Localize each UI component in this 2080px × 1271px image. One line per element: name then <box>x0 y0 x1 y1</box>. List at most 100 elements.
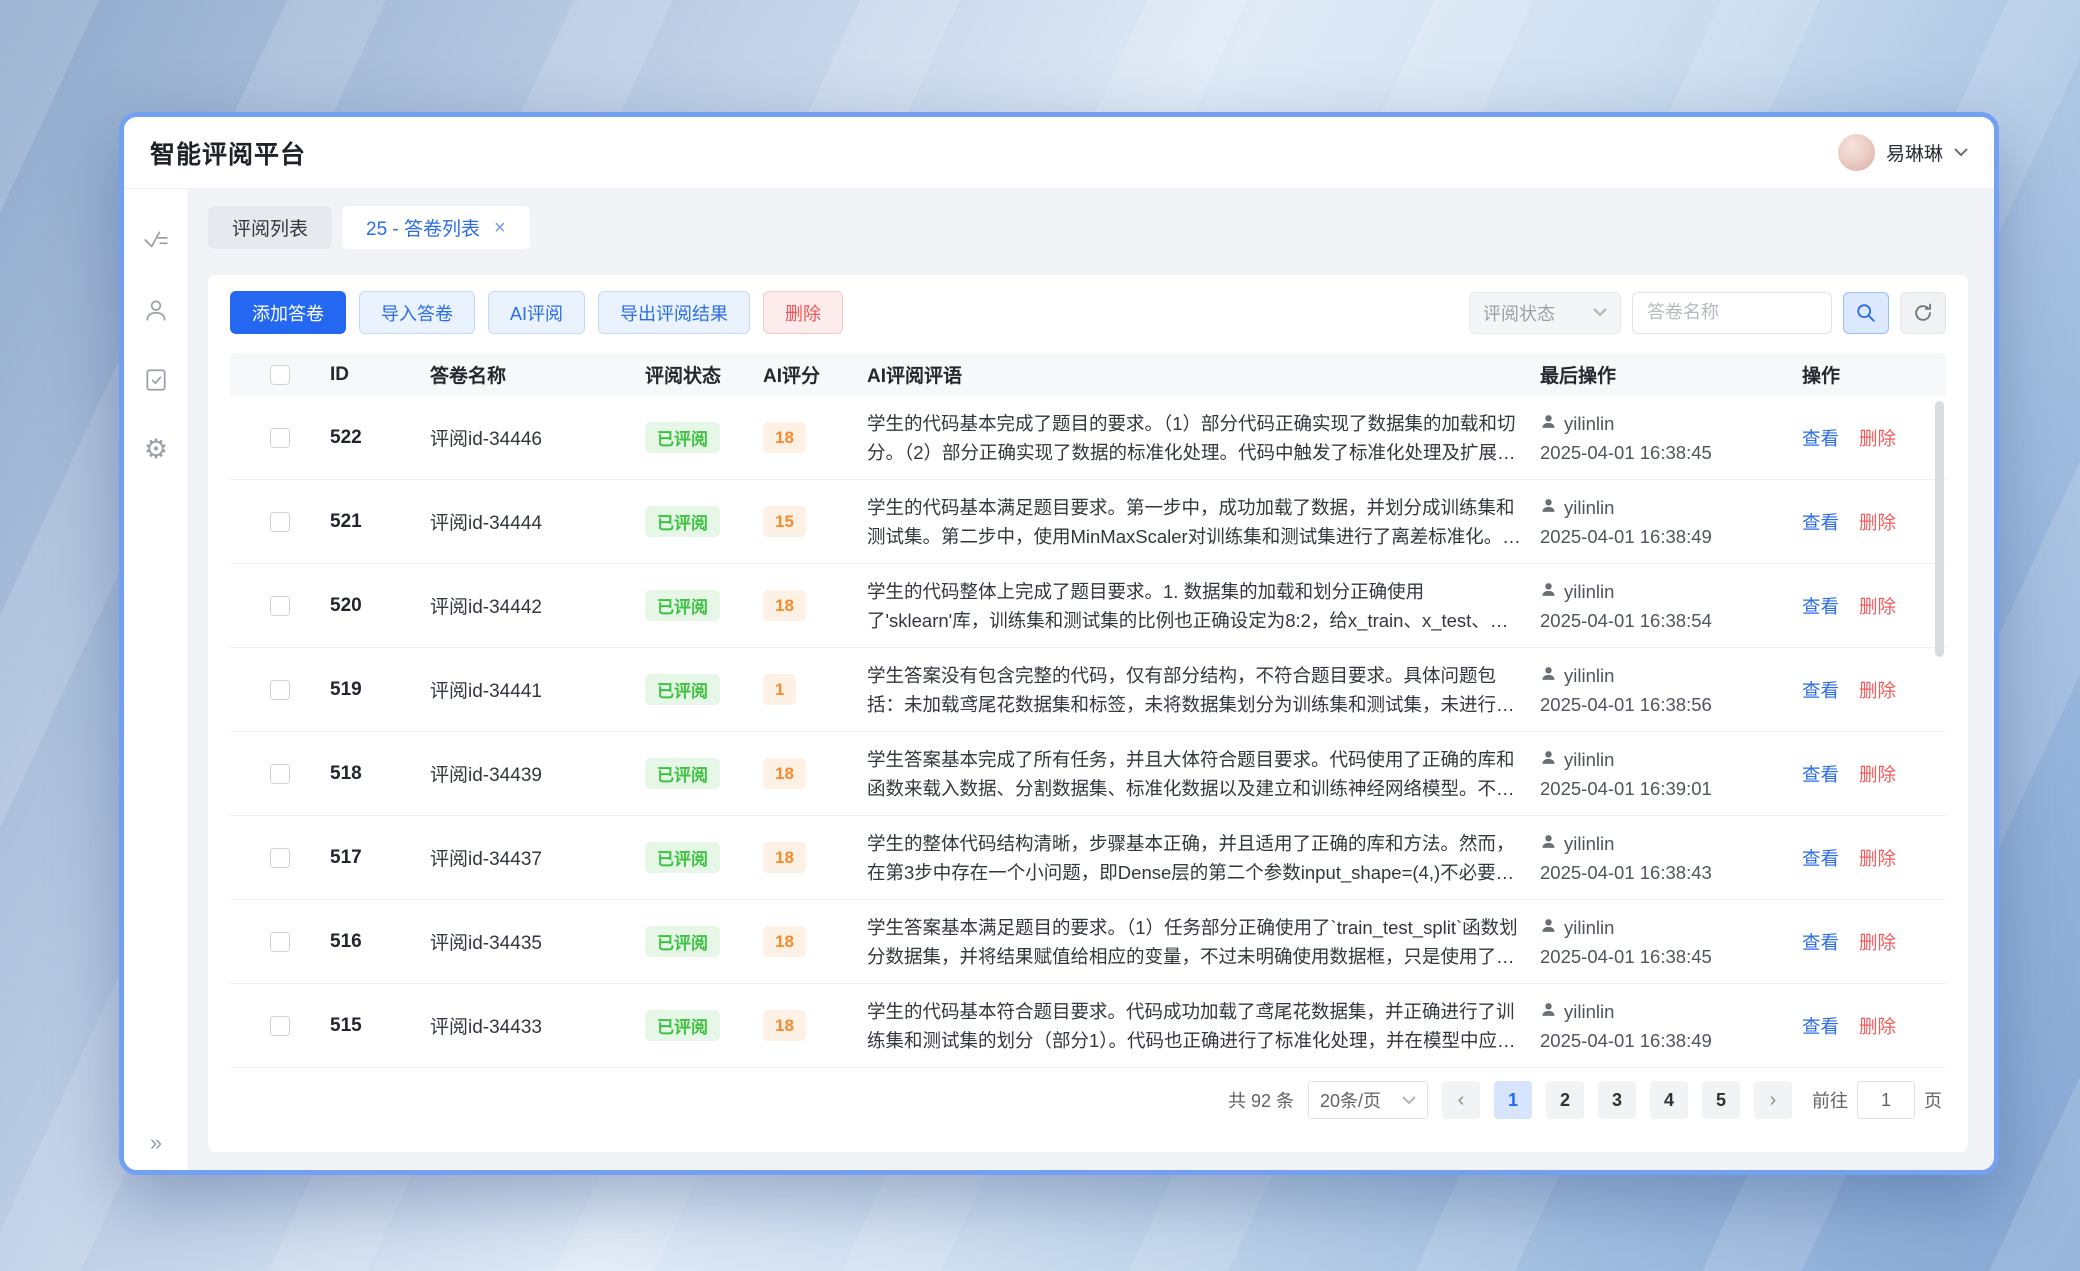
row-operator: yilinlin <box>1564 493 1614 522</box>
settings-icon[interactable]: ⚙ <box>143 437 169 463</box>
score-badge: 18 <box>763 842 806 873</box>
page-size-select[interactable]: 20条/页 <box>1308 1081 1428 1119</box>
col-last-op: 最后操作 <box>1540 361 1802 388</box>
search-button[interactable] <box>1843 292 1889 334</box>
prev-page-button[interactable]: ‹ <box>1442 1081 1480 1119</box>
row-comment: 学生的代码整体上完成了题目要求。1. 数据集的加载和划分正确使用了'sklear… <box>867 577 1540 635</box>
delete-link[interactable]: 删除 <box>1859 845 1896 871</box>
delete-button[interactable]: 删除 <box>763 291 843 334</box>
row-comment: 学生的代码基本满足题目要求。第一步中，成功加载了数据，并划分成训练集和测试集。第… <box>867 493 1540 551</box>
table-row: 522 评阅id-34446 已评阅 18 学生的代码基本完成了题目的要求。（1… <box>230 396 1946 480</box>
row-checkbox[interactable] <box>270 764 290 784</box>
page-button-5[interactable]: 5 <box>1702 1081 1740 1119</box>
row-checkbox[interactable] <box>270 848 290 868</box>
delete-link[interactable]: 删除 <box>1859 509 1896 535</box>
add-answer-button[interactable]: 添加答卷 <box>230 291 346 334</box>
page-button-3[interactable]: 3 <box>1598 1081 1636 1119</box>
person-icon <box>1540 913 1557 942</box>
filter-group: 评阅状态 <box>1469 292 1946 334</box>
import-answer-button[interactable]: 导入答卷 <box>359 291 475 334</box>
search-input[interactable] <box>1632 292 1832 334</box>
refresh-button[interactable] <box>1900 292 1946 334</box>
row-last-op: yilinlin 2025-04-01 16:38:45 <box>1540 913 1802 971</box>
person-icon <box>1540 829 1557 858</box>
table-row: 521 评阅id-34444 已评阅 15 学生的代码基本满足题目要求。第一步中… <box>230 480 1946 564</box>
row-checkbox[interactable] <box>270 1016 290 1036</box>
row-checkbox[interactable] <box>270 512 290 532</box>
row-operator: yilinlin <box>1564 745 1614 774</box>
total-count: 共 92 条 <box>1228 1087 1294 1113</box>
view-link[interactable]: 查看 <box>1802 761 1839 787</box>
person-icon <box>1540 409 1557 438</box>
goto-page-input[interactable] <box>1857 1081 1915 1119</box>
view-link[interactable]: 查看 <box>1802 593 1839 619</box>
row-checkbox[interactable] <box>270 932 290 952</box>
delete-link[interactable]: 删除 <box>1859 593 1896 619</box>
status-badge: 已评阅 <box>645 590 720 621</box>
page-button-2[interactable]: 2 <box>1546 1081 1584 1119</box>
view-link[interactable]: 查看 <box>1802 509 1839 535</box>
content-card: 添加答卷 导入答卷 AI评阅 导出评阅结果 删除 评阅状态 <box>208 275 1968 1152</box>
row-id: 515 <box>330 1015 430 1037</box>
table-row: 519 评阅id-34441 已评阅 1 学生答案没有包含完整的代码，仅有部分结… <box>230 648 1946 732</box>
tab-bar: 评阅列表 25 - 答卷列表 × <box>208 206 1968 249</box>
page-button-1[interactable]: 1 <box>1494 1081 1532 1119</box>
row-checkbox[interactable] <box>270 596 290 616</box>
document-check-icon[interactable] <box>143 367 169 393</box>
row-last-op: yilinlin 2025-04-01 16:38:56 <box>1540 661 1802 719</box>
col-status: 评阅状态 <box>645 361 763 388</box>
avatar[interactable] <box>1838 134 1875 171</box>
score-badge: 15 <box>763 506 806 537</box>
table-row: 517 评阅id-34437 已评阅 18 学生的整体代码结构清晰，步骤基本正确… <box>230 816 1946 900</box>
view-link[interactable]: 查看 <box>1802 425 1839 451</box>
row-name: 评阅id-34435 <box>430 928 645 955</box>
row-time: 2025-04-01 16:38:54 <box>1540 606 1802 635</box>
view-link[interactable]: 查看 <box>1802 929 1839 955</box>
view-link[interactable]: 查看 <box>1802 677 1839 703</box>
tab-answer-sheet-list[interactable]: 25 - 答卷列表 × <box>342 206 530 249</box>
status-badge: 已评阅 <box>645 926 720 957</box>
close-icon[interactable]: × <box>494 218 506 238</box>
status-badge: 已评阅 <box>645 422 720 453</box>
page-button-4[interactable]: 4 <box>1650 1081 1688 1119</box>
select-all-checkbox[interactable] <box>270 365 290 385</box>
score-badge: 18 <box>763 590 806 621</box>
view-link[interactable]: 查看 <box>1802 1013 1839 1039</box>
main-content: 评阅列表 25 - 答卷列表 × 添加答卷 导入答卷 AI评阅 导出评阅结果 <box>189 189 1994 1170</box>
score-badge: 18 <box>763 758 806 789</box>
ai-review-button[interactable]: AI评阅 <box>488 291 585 334</box>
row-time: 2025-04-01 16:39:01 <box>1540 774 1802 803</box>
view-link[interactable]: 查看 <box>1802 845 1839 871</box>
export-results-button[interactable]: 导出评阅结果 <box>598 291 750 334</box>
scrollbar[interactable] <box>1935 401 1944 657</box>
user-menu[interactable]: 易琳琳 <box>1838 134 1968 171</box>
sidebar-collapse-button[interactable]: » <box>124 1130 188 1156</box>
review-status-select[interactable]: 评阅状态 <box>1469 292 1621 334</box>
delete-link[interactable]: 删除 <box>1859 929 1896 955</box>
chevron-down-icon <box>1402 1096 1416 1105</box>
next-page-button[interactable]: › <box>1754 1081 1792 1119</box>
row-name: 评阅id-34433 <box>430 1012 645 1039</box>
score-badge: 1 <box>763 674 796 705</box>
tab-review-list[interactable]: 评阅列表 <box>208 206 332 249</box>
row-checkbox[interactable] <box>270 680 290 700</box>
row-comment: 学生答案没有包含完整的代码，仅有部分结构，不符合题目要求。具体问题包括：未加载鸢… <box>867 661 1540 719</box>
row-last-op: yilinlin 2025-04-01 16:38:54 <box>1540 577 1802 635</box>
delete-link[interactable]: 删除 <box>1859 1013 1896 1039</box>
table-row: 518 评阅id-34439 已评阅 18 学生答案基本完成了所有任务，并且大体… <box>230 732 1946 816</box>
delete-link[interactable]: 删除 <box>1859 761 1896 787</box>
answer-table: ID 答卷名称 评阅状态 AI评分 AI评阅评语 最后操作 操作 522 评阅i <box>230 353 1946 1068</box>
window-header: 智能评阅平台 易琳琳 <box>124 117 1994 189</box>
chevron-down-icon <box>1954 148 1968 157</box>
row-operator: yilinlin <box>1564 577 1614 606</box>
delete-link[interactable]: 删除 <box>1859 425 1896 451</box>
score-badge: 18 <box>763 1010 806 1041</box>
user-icon[interactable] <box>143 297 169 323</box>
delete-link[interactable]: 删除 <box>1859 677 1896 703</box>
row-checkbox[interactable] <box>270 428 290 448</box>
col-actions: 操作 <box>1802 361 1922 388</box>
table-row: 515 评阅id-34433 已评阅 18 学生的代码基本符合题目要求。代码成功… <box>230 984 1946 1068</box>
row-operator: yilinlin <box>1564 913 1614 942</box>
review-list-icon[interactable] <box>143 227 169 253</box>
person-icon <box>1540 661 1557 690</box>
